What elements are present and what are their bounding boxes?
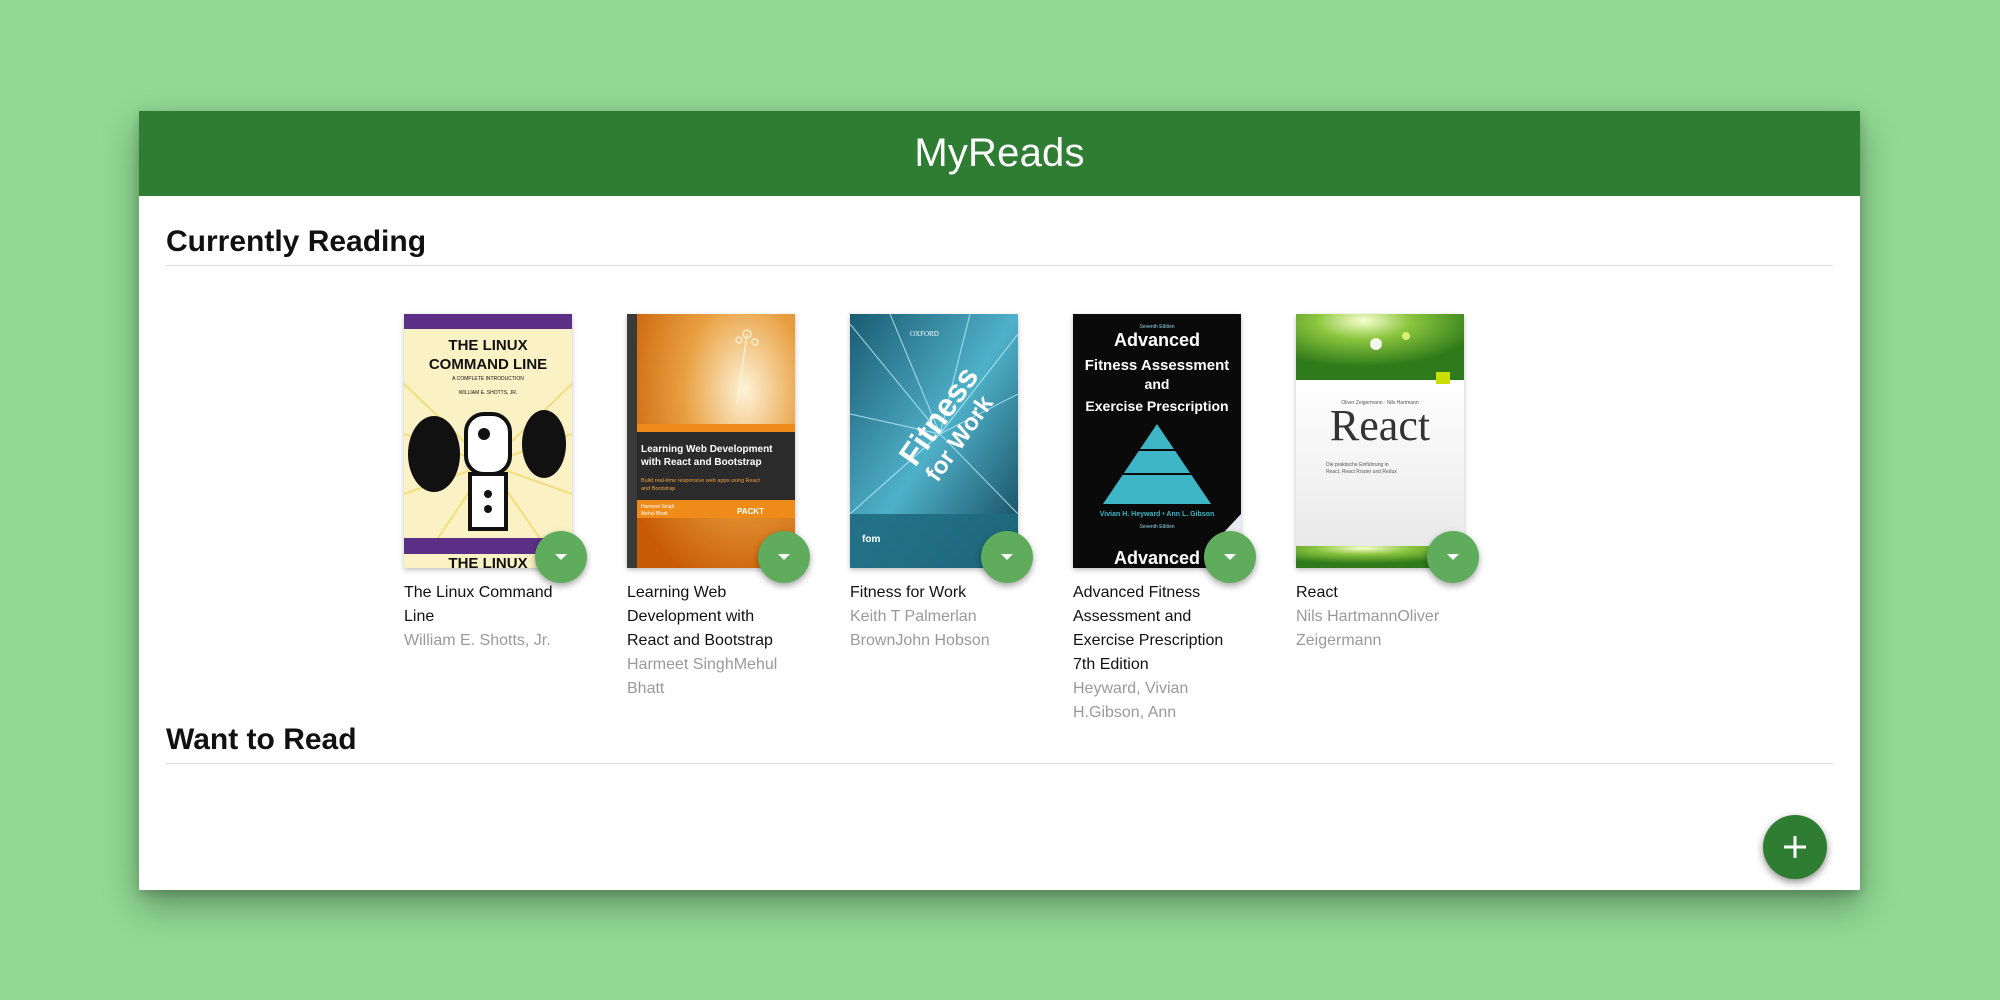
books-grid: THE LINUX COMMAND LINE A COMPLETE INTROD…	[139, 266, 1833, 723]
app-window: MyReads Currently Reading THE LINUX COMM…	[139, 111, 1860, 890]
svg-text:Learning Web Development: Learning Web Development	[641, 444, 773, 455]
svg-text:with React and Bootstrap: with React and Bootstrap	[640, 457, 762, 468]
book-item: Seventh Edition Advanced Fitness Assessm…	[1073, 314, 1256, 723]
book-top: OXFORD Fitness for Work fom	[850, 314, 1033, 583]
bookshelf-currently-reading: Currently Reading THE LINUX COMMAND LINE…	[166, 196, 1833, 723]
book-item: Oliver Zeigermann · Nils Hartmann React …	[1296, 314, 1479, 723]
book-title: The Linux Command Line	[404, 584, 553, 625]
book-title: Learning Web Development with React and …	[627, 584, 773, 649]
book-title: Fitness for Work	[850, 584, 967, 601]
svg-text:React: React	[1330, 401, 1430, 450]
svg-text:Exercise Prescription: Exercise Prescription	[1085, 398, 1228, 414]
svg-text:React, React Router und Redux: React, React Router und Redux	[1326, 469, 1397, 475]
arrow-drop-down-icon	[778, 554, 790, 560]
book-cover-art: Learning Web Development with React and …	[627, 314, 795, 568]
book-cover[interactable]: OXFORD Fitness for Work fom	[850, 314, 1018, 568]
svg-text:and Bootstrap: and Bootstrap	[641, 486, 675, 492]
add-icon	[1784, 836, 1806, 858]
arrow-drop-down-icon	[555, 554, 567, 560]
shelf-changer-button[interactable]	[981, 531, 1033, 583]
book-cover[interactable]: THE LINUX COMMAND LINE A COMPLETE INTROD…	[404, 314, 572, 568]
svg-text:Fitness Assessment: Fitness Assessment	[1085, 357, 1230, 374]
app-title: MyReads	[914, 131, 1085, 175]
shelf-title: Want to Read	[166, 723, 1833, 764]
book-top: Seventh Edition Advanced Fitness Assessm…	[1073, 314, 1256, 583]
book-cover-art: Seventh Edition Advanced Fitness Assessm…	[1073, 314, 1241, 568]
book-top: THE LINUX COMMAND LINE A COMPLETE INTROD…	[404, 314, 587, 583]
svg-text:PACKT: PACKT	[737, 507, 764, 516]
svg-text:OXFORD: OXFORD	[910, 330, 939, 338]
svg-text:Vivian H. Heyward • Ann L. Gib: Vivian H. Heyward • Ann L. Gibson	[1100, 511, 1214, 518]
book-cover[interactable]: Learning Web Development with React and …	[627, 314, 795, 568]
book-top: Learning Web Development with React and …	[627, 314, 810, 583]
book-cover-art: Oliver Zeigermann · Nils Hartmann React …	[1296, 314, 1464, 568]
svg-text:Seventh Edition: Seventh Edition	[1139, 524, 1174, 530]
svg-text:and: and	[1145, 376, 1170, 392]
book-cover-art: THE LINUX COMMAND LINE A COMPLETE INTROD…	[404, 314, 572, 568]
app-header: MyReads	[139, 111, 1860, 196]
cover-text-1: THE LINUX	[448, 337, 527, 354]
cover-text-3: A COMPLETE INTRODUCTION	[452, 376, 524, 382]
svg-text:Advanced: Advanced	[1114, 548, 1200, 568]
book-item: Learning Web Development with React and …	[627, 314, 810, 723]
book-authors: Heyward, Vivian H.Gibson, Ann	[1073, 680, 1189, 721]
svg-text:Mehul Bhatt: Mehul Bhatt	[641, 511, 668, 517]
arrow-drop-down-icon	[1224, 554, 1236, 560]
book-title: React	[1296, 584, 1338, 601]
bookshelf-want-to-read: Want to Read	[166, 723, 1833, 764]
book-top: Oliver Zeigermann · Nils Hartmann React …	[1296, 314, 1479, 583]
shelves-container: Currently Reading THE LINUX COMMAND LINE…	[139, 196, 1860, 764]
book-title: Advanced Fitness Assessment and Exercise…	[1073, 584, 1224, 673]
cover-text-4: WILLIAM E. SHOTTS, JR.	[459, 390, 518, 396]
svg-text:Build real-time responsive web: Build real-time responsive web apps usin…	[641, 478, 760, 484]
svg-text:fom: fom	[862, 534, 880, 545]
book-cover-art: OXFORD Fitness for Work fom	[850, 314, 1018, 568]
book-authors: William E. Shotts, Jr.	[404, 632, 551, 649]
arrow-drop-down-icon	[1001, 554, 1013, 560]
book-authors: Keith T Palmerlan BrownJohn Hobson	[850, 608, 990, 649]
add-book-button[interactable]	[1763, 815, 1827, 879]
cover-text-2: COMMAND LINE	[429, 356, 547, 373]
book-authors: Harmeet SinghMehul Bhatt	[627, 656, 778, 697]
shelf-changer-button[interactable]	[1204, 531, 1256, 583]
svg-text:Advanced: Advanced	[1114, 330, 1200, 350]
book-item: THE LINUX COMMAND LINE A COMPLETE INTROD…	[404, 314, 587, 723]
shelf-title: Currently Reading	[166, 196, 1833, 266]
book-item: OXFORD Fitness for Work fom Fitness for …	[850, 314, 1033, 723]
svg-text:Harmeet Singh: Harmeet Singh	[641, 504, 675, 510]
shelf-changer-button[interactable]	[535, 531, 587, 583]
book-cover[interactable]: Seventh Edition Advanced Fitness Assessm…	[1073, 314, 1241, 568]
shelf-changer-button[interactable]	[1427, 531, 1479, 583]
svg-text:Die praktische Einführung in: Die praktische Einführung in	[1326, 462, 1389, 468]
arrow-drop-down-icon	[1447, 554, 1459, 560]
shelf-changer-button[interactable]	[758, 531, 810, 583]
book-cover[interactable]: Oliver Zeigermann · Nils Hartmann React …	[1296, 314, 1464, 568]
book-authors: Nils HartmannOliver Zeigermann	[1296, 608, 1440, 649]
cover-text-5: THE LINUX	[448, 555, 527, 568]
